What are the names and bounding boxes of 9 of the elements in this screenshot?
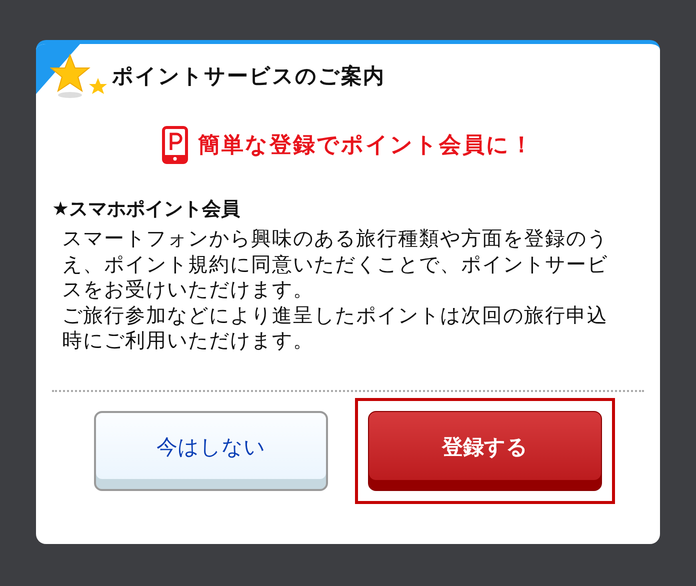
smartphone-point-icon [162,126,188,164]
headline: 簡単な登録でポイント会員に！ [198,132,534,160]
not-now-button[interactable]: 今はしない [94,410,328,490]
body-text: スマートフォンから興味のある旅行種類や方面を登録のうえ、ポイント規約に同意いただくことで、ポイントサービスをお受けいただけます。 [62,226,609,302]
stars-icon [50,53,108,99]
section-heading: ★スマホポイント会員 [52,197,242,222]
register-button[interactable]: 登録する [368,410,602,490]
body-text: ご旅行参加などにより進呈したポイントは次回の旅行申込時にご利用いただけます。 [62,302,609,354]
dialog-title: ポイントサービスのご案内 [112,63,385,90]
